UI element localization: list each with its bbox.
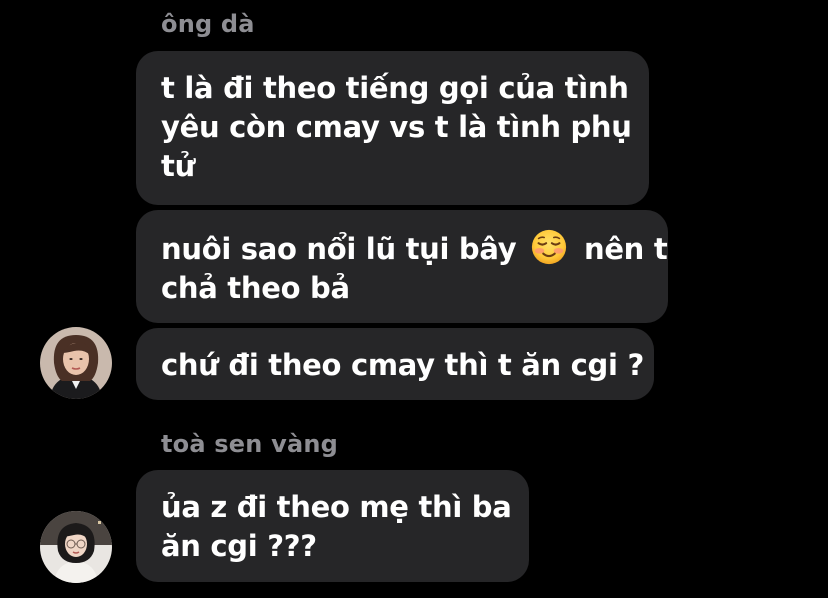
message-bubble[interactable]: t là đi theo tiếng gọi của tình yêu còn … xyxy=(136,51,649,205)
message-bubble[interactable]: nuôi sao nổi lũ tụi bây nên t chả theo b… xyxy=(136,210,668,323)
message-text: chả theo bả xyxy=(161,271,350,305)
message-bubble[interactable]: ủa z đi theo mẹ thì ba ăn cgi ??? xyxy=(136,470,529,582)
chat-thread: ông dà t là đi theo tiếng gọi của tình y… xyxy=(0,0,828,598)
message-text: ủa z đi theo mẹ thì ba xyxy=(161,490,512,524)
avatar[interactable] xyxy=(40,511,112,583)
avatar[interactable] xyxy=(40,327,112,399)
message-text: tử xyxy=(161,149,195,183)
message-text: nuôi sao nổi lũ tụi bây xyxy=(161,232,517,266)
message-text: yêu còn cmay vs t là tình phụ xyxy=(161,110,632,144)
message-text: t là đi theo tiếng gọi của tình xyxy=(161,71,629,105)
message-text: nên t xyxy=(583,232,668,266)
sender-name: toà sen vàng xyxy=(161,430,339,458)
message-bubble[interactable]: chứ đi theo cmay thì t ăn cgi ? xyxy=(136,328,654,400)
message-text: chứ đi theo cmay thì t ăn cgi ? xyxy=(161,348,644,382)
avatar-photo xyxy=(40,511,112,583)
smiling-face-with-blush-icon xyxy=(532,229,567,265)
message-text: ăn cgi ??? xyxy=(161,529,317,563)
avatar-photo xyxy=(40,327,112,399)
sender-name: ông dà xyxy=(161,10,255,38)
